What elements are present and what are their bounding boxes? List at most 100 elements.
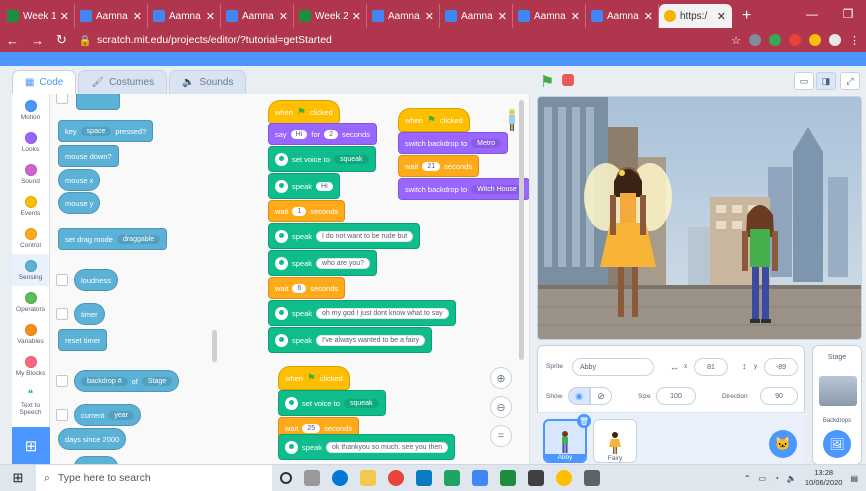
browser-tab[interactable]: Week 1 ✕ (2, 4, 75, 28)
palette-block-reset-timer[interactable]: reset timer (58, 329, 108, 351)
minimize-icon[interactable]: — (794, 7, 830, 21)
close-icon[interactable]: ✕ (279, 10, 288, 23)
taskbar-search[interactable]: ⌕ Type here to search (36, 464, 272, 491)
size-field[interactable]: 100 (656, 387, 696, 405)
palette-block-mouse-down[interactable]: mouse down? (58, 145, 119, 167)
large-stage-button[interactable]: ◨ (816, 72, 836, 90)
code-workspace[interactable]: when ⚑ clicked say Hi for 2 seconds set voice … (222, 94, 530, 464)
add-extension-button[interactable]: ⊞ (12, 427, 50, 464)
close-icon[interactable]: ✕ (206, 10, 215, 23)
palette-block-key-pressed[interactable]: key space pressed? (58, 120, 154, 142)
browser-tab[interactable]: Aamna ✕ (221, 4, 294, 28)
zoom-reset-button[interactable]: = (490, 425, 512, 447)
set-voice-block[interactable]: set voice to squeak (278, 390, 386, 416)
category-sensing[interactable]: Sensing (12, 254, 49, 286)
show-sprite-button[interactable]: ◉ (568, 387, 590, 405)
edge-icon[interactable] (332, 470, 348, 486)
scratch-app-icon[interactable] (556, 470, 572, 486)
checkbox[interactable] (56, 274, 68, 286)
stage[interactable] (537, 96, 862, 340)
when-flag-clicked-block[interactable]: when ⚑ clicked (268, 100, 340, 124)
menu-icon[interactable]: ⋮ (849, 34, 860, 47)
x-position-field[interactable]: 81 (694, 358, 728, 376)
reload-icon[interactable]: ↻ (56, 32, 67, 48)
speak-block[interactable]: speak I've always wanted to be a fairy (268, 327, 433, 353)
url-field[interactable]: 🔒 scratch.mit.edu/projects/editor/?tutor… (79, 34, 332, 47)
category-looks[interactable]: Looks (12, 126, 49, 158)
word-icon[interactable] (416, 470, 432, 486)
speak-block[interactable]: speak oh my god I just dont know what to … (268, 300, 456, 326)
battery-icon[interactable]: ▭ (759, 474, 767, 483)
palette-block-partial[interactable] (76, 94, 120, 110)
browser-tab[interactable]: Aamna ✕ (513, 4, 586, 28)
close-icon[interactable]: ✕ (644, 10, 653, 23)
checkbox[interactable] (56, 94, 68, 104)
category-operators[interactable]: Operators (12, 286, 49, 318)
profile-avatar[interactable] (829, 34, 841, 46)
category-control[interactable]: Control (12, 222, 49, 254)
close-icon[interactable]: ✕ (133, 10, 142, 23)
star-icon[interactable]: ☆ (731, 34, 741, 47)
app-icon[interactable] (528, 470, 544, 486)
browser-tab[interactable]: Aamna ✕ (367, 4, 440, 28)
category-text-to-speech[interactable]: ❝ Text to Speech (12, 382, 49, 422)
palette-block-timer[interactable]: timer (74, 303, 105, 325)
checkbox[interactable] (56, 308, 68, 320)
close-icon[interactable]: ✕ (60, 10, 69, 23)
checkbox[interactable] (56, 409, 68, 421)
palette-block-current[interactable]: current year (74, 404, 141, 426)
speak-block[interactable]: speak Hi (268, 173, 340, 199)
choose-backdrop-button[interactable]: 🖼 (823, 430, 851, 458)
zoom-in-button[interactable]: ⊕ (490, 367, 512, 389)
sprite-name-field[interactable]: Abby (572, 358, 654, 376)
category-variables[interactable]: Variables (12, 318, 49, 350)
close-icon[interactable]: ✕ (717, 10, 726, 23)
y-position-field[interactable]: -89 (764, 358, 798, 376)
palette-block-mouse-x[interactable]: mouse x (58, 169, 101, 191)
notifications-icon[interactable]: ▤ (850, 474, 858, 483)
volume-icon[interactable]: 🔈 (787, 474, 797, 483)
back-icon[interactable]: ← (6, 33, 19, 48)
windows-start-icon[interactable]: ⊞ (0, 470, 36, 486)
new-tab-button[interactable]: + (732, 4, 761, 28)
switch-backdrop-block[interactable]: switch backdrop to Metro (398, 132, 509, 154)
say-for-seconds-block[interactable]: say Hi for 2 seconds (268, 123, 377, 145)
palette-block-partial[interactable] (74, 456, 118, 464)
zoom-out-button[interactable]: ⊖ (490, 396, 512, 418)
palette-block-days-since-2000[interactable]: days since 2000 (58, 428, 127, 450)
tab-sounds[interactable]: 🔈 Sounds (169, 70, 247, 94)
when-flag-clicked-block[interactable]: when ⚑ clicked (278, 366, 350, 390)
palette-block-backdrop-of[interactable]: backdrop # of Stage (74, 370, 180, 392)
wait-block[interactable]: wait 1 seconds (268, 200, 346, 222)
browser-tab[interactable]: Week 2 ✕ (294, 4, 367, 28)
category-motion[interactable]: Motion (12, 94, 49, 126)
extension-icon[interactable] (769, 34, 781, 46)
browser-tab[interactable]: Aamna ✕ (148, 4, 221, 28)
delete-sprite-button[interactable]: 🗑 (577, 414, 591, 428)
wait-block[interactable]: wait 21 seconds (398, 155, 480, 177)
close-icon[interactable]: ✕ (425, 10, 434, 23)
speak-block[interactable]: speak ok thankyou so much. see you then (278, 434, 456, 460)
browser-tab[interactable]: Aamna ✕ (440, 4, 513, 28)
task-view-icon[interactable] (304, 470, 320, 486)
chevron-up-icon[interactable]: ⌃ (744, 474, 751, 483)
close-icon[interactable]: ✕ (571, 10, 580, 23)
fullscreen-button[interactable]: ⤢ (840, 72, 860, 90)
palette-block-mouse-y[interactable]: mouse y (58, 192, 101, 214)
close-icon[interactable]: ✕ (498, 10, 507, 23)
settings-icon[interactable] (584, 470, 600, 486)
category-my-blocks[interactable]: My Blocks (12, 350, 49, 382)
palette-block-set-drag-mode[interactable]: set drag mode draggable (58, 228, 168, 250)
direction-field[interactable]: 90 (760, 387, 798, 405)
clock[interactable]: 13:28 10/06/2020 (805, 468, 843, 488)
wifi-icon[interactable]: ◔ (774, 474, 779, 483)
speak-block[interactable]: speak I do not want to be rude but (268, 223, 421, 249)
chrome-icon[interactable] (388, 470, 404, 486)
tab-code[interactable]: ▦ Code (12, 70, 77, 94)
hide-sprite-button[interactable]: ⊘ (590, 387, 612, 405)
cortana-icon[interactable] (280, 472, 292, 484)
extension-icon[interactable] (789, 34, 801, 46)
category-events[interactable]: Events (12, 190, 49, 222)
set-voice-block[interactable]: set voice to squeak (268, 146, 376, 172)
small-stage-button[interactable]: ▭ (794, 72, 814, 90)
